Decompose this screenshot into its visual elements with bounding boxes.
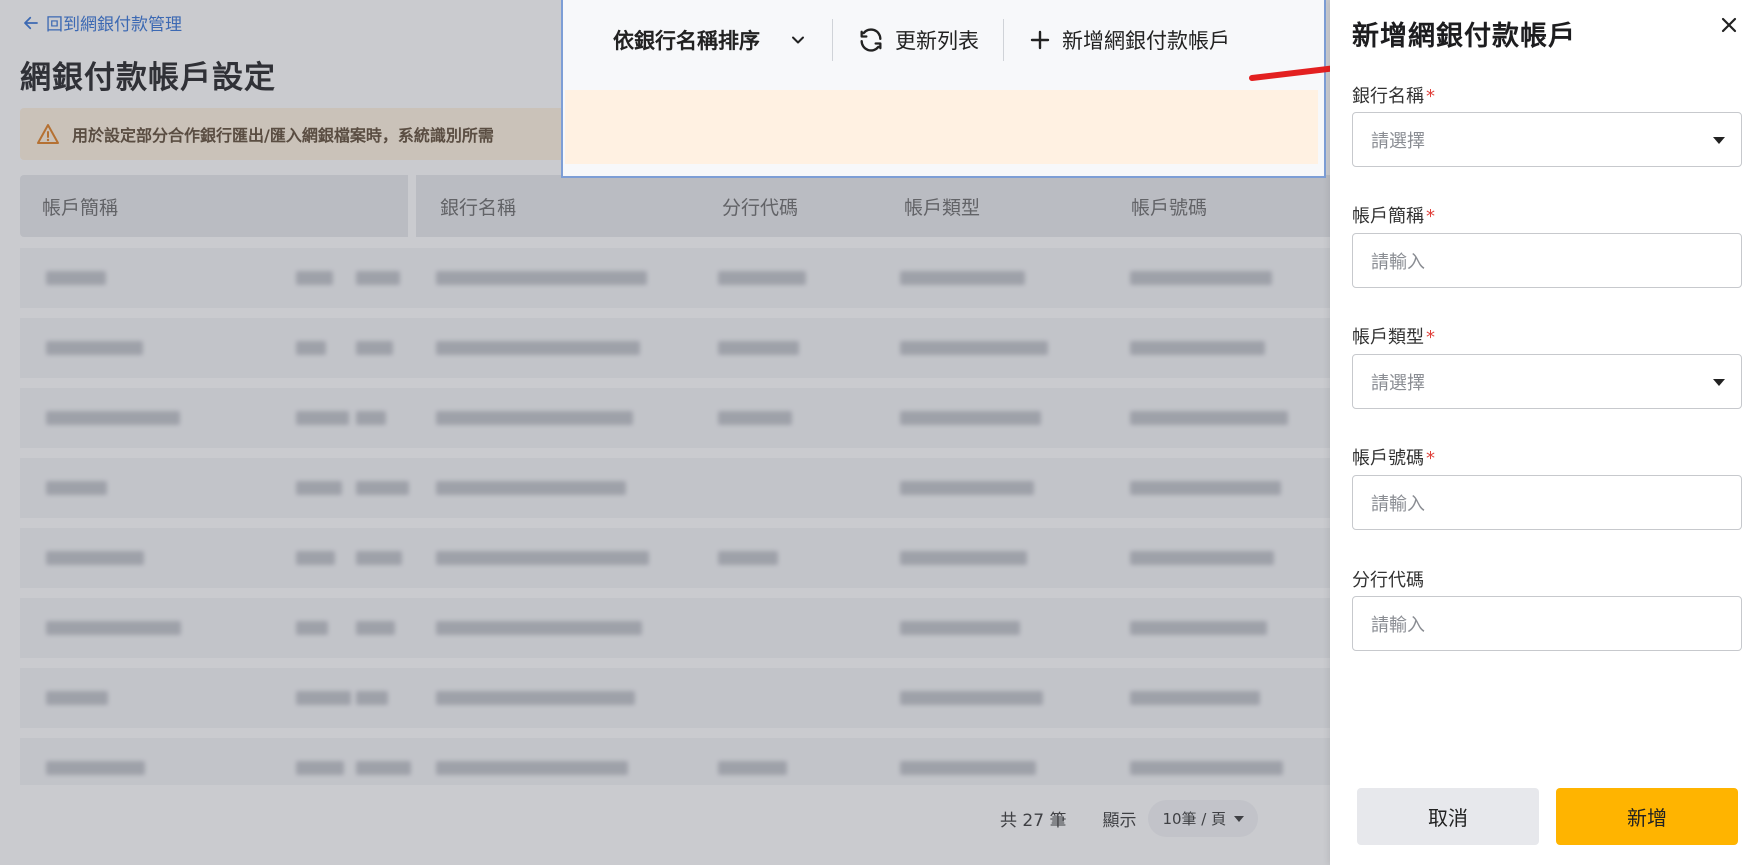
account-alias-label: 帳戶簡稱 *	[1352, 206, 1435, 227]
account-type-select[interactable]: 請選擇	[1352, 354, 1742, 409]
toolbar-highlight-area	[565, 90, 1318, 164]
account-alias-placeholder: 請輸入	[1371, 251, 1425, 273]
close-button[interactable]	[1716, 12, 1742, 38]
refresh-button[interactable]: 更新列表	[833, 25, 1003, 55]
bank-name-label: 銀行名稱 *	[1352, 86, 1435, 107]
chevron-down-icon	[792, 36, 804, 44]
bank-name-placeholder: 請選擇	[1371, 130, 1425, 152]
required-mark: *	[1426, 448, 1435, 469]
refresh-icon	[860, 28, 882, 52]
cancel-button[interactable]: 取消	[1357, 788, 1539, 845]
bank-name-select[interactable]: 請選擇	[1352, 112, 1742, 167]
branch-code-label: 分行代碼	[1352, 570, 1424, 591]
branch-code-input[interactable]: 請輸入	[1352, 596, 1742, 651]
submit-button[interactable]: 新增	[1556, 788, 1738, 845]
account-alias-input[interactable]: 請輸入	[1352, 233, 1742, 288]
add-account-button[interactable]: 新增網銀付款帳戶	[1004, 25, 1254, 55]
refresh-label: 更新列表	[895, 29, 979, 53]
toolbar-panel: 依銀行名稱排序 更新列表 新增網銀付款帳戶	[561, 0, 1326, 178]
drawer-title: 新增網銀付款帳戶	[1352, 21, 1576, 52]
account-type-placeholder: 請選擇	[1371, 372, 1425, 394]
branch-code-placeholder: 請輸入	[1371, 614, 1425, 636]
add-account-drawer: 新增網銀付款帳戶 銀行名稱 * 請選擇 帳戶簡稱 * 請輸入 帳戶類型 * 請選擇 帳…	[1330, 0, 1758, 865]
add-account-label: 新增網銀付款帳戶	[1062, 29, 1230, 53]
account-number-label: 帳戶號碼 *	[1352, 448, 1435, 469]
account-number-placeholder: 請輸入	[1371, 493, 1425, 515]
plus-icon	[1030, 30, 1050, 50]
caret-down-icon	[1713, 137, 1725, 144]
required-mark: *	[1426, 206, 1435, 227]
required-mark: *	[1426, 327, 1435, 348]
account-type-label: 帳戶類型 *	[1352, 327, 1435, 348]
close-icon	[1721, 17, 1737, 33]
toolbar-row: 依銀行名稱排序 更新列表 新增網銀付款帳戶	[563, 0, 1324, 80]
required-mark: *	[1426, 86, 1435, 107]
account-number-input[interactable]: 請輸入	[1352, 475, 1742, 530]
sort-label: 依銀行名稱排序	[613, 29, 760, 53]
sort-dropdown[interactable]: 依銀行名稱排序	[563, 25, 832, 55]
caret-down-icon	[1713, 379, 1725, 386]
